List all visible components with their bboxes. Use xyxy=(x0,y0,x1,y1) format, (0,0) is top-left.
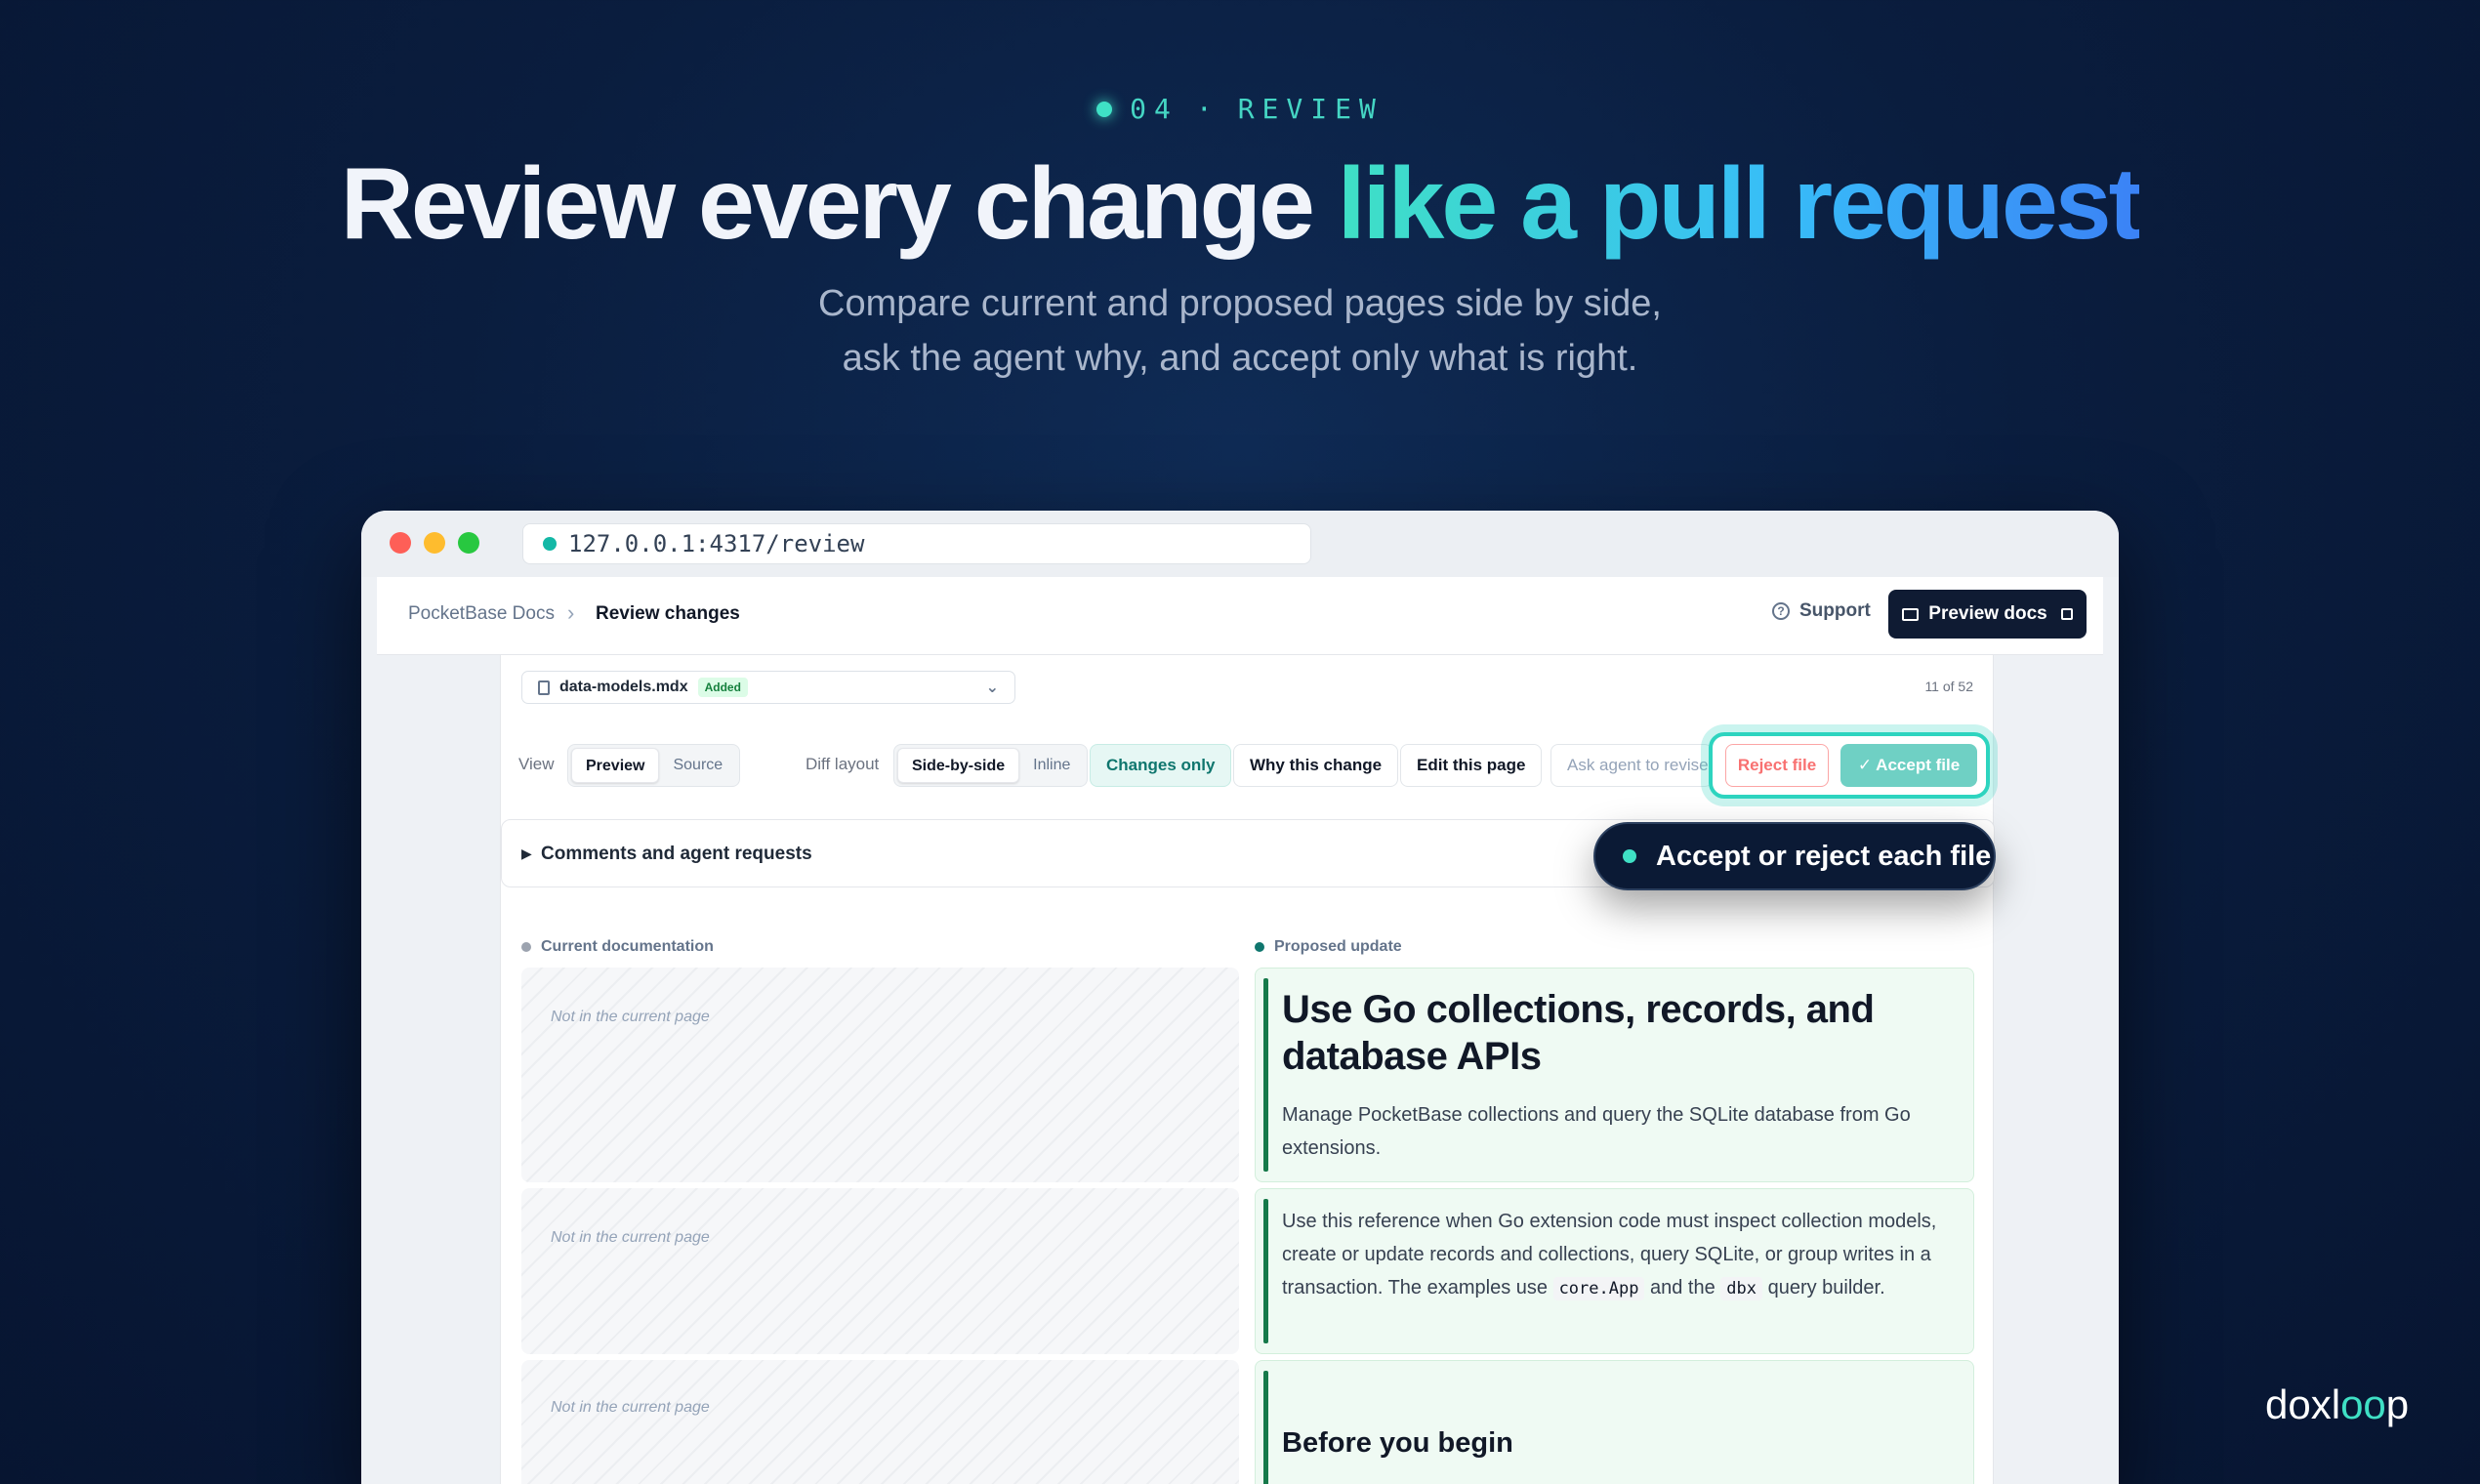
headline-accent: like a pull request xyxy=(1337,147,2143,261)
review-panel: data-models.mdx Added ⌄ 11 of 52 View Pr… xyxy=(500,655,1995,1484)
proposed-dot-icon xyxy=(1255,942,1264,952)
step-label: REVIEW xyxy=(1237,93,1384,125)
file-name: data-models.mdx xyxy=(559,679,688,695)
external-link-icon xyxy=(2060,608,2073,620)
view-label: View xyxy=(518,755,555,773)
preview-docs-label: Preview docs xyxy=(1928,603,2047,624)
reject-file-button[interactable]: Reject file xyxy=(1725,744,1829,787)
file-selector[interactable]: data-models.mdx Added ⌄ xyxy=(521,671,1015,704)
minimize-window-icon[interactable] xyxy=(424,532,445,554)
chevron-down-icon: ⌄ xyxy=(985,680,999,696)
address-bar[interactable]: 127.0.0.1:4317/review xyxy=(522,523,1311,564)
proposed-paragraph-b: and the xyxy=(1644,1277,1721,1298)
callout-text: Accept or reject each file xyxy=(1656,840,1992,872)
proposed-intro: Manage PocketBase collections and query … xyxy=(1282,1104,1911,1159)
file-icon xyxy=(538,680,550,695)
not-in-current-text: Not in the current page xyxy=(551,1399,710,1416)
accept-file-button[interactable]: ✓ Accept file xyxy=(1840,744,1977,787)
proposed-label: Proposed update xyxy=(1274,938,1402,955)
added-bar xyxy=(1263,1199,1268,1343)
diff-side-by-side-option[interactable]: Side-by-side xyxy=(897,748,1020,783)
diff-layout-label: Diff layout xyxy=(806,755,880,773)
hero-headline: Review every change like a pull request xyxy=(0,146,2480,263)
ask-agent-button[interactable]: Ask agent to revise xyxy=(1550,744,1713,787)
callout-tooltip: Accept or reject each file xyxy=(1593,822,1996,890)
proposed-paragraph: Use this reference when Go extension cod… xyxy=(1282,1205,1956,1305)
browser-titlebar: 127.0.0.1:4317/review xyxy=(361,511,2119,577)
proposed-block: Use this reference when Go extension cod… xyxy=(1255,1188,1974,1354)
proposed-header: Proposed update xyxy=(1255,938,1402,956)
hero-subtitle-line2: ask the agent why, and accept only what … xyxy=(842,338,1638,379)
hero-subtitle-line1: Compare current and proposed pages side … xyxy=(818,283,1662,324)
status-badge: Added xyxy=(697,678,748,697)
breadcrumb-current: Review changes xyxy=(596,603,740,624)
not-in-current-text: Not in the current page xyxy=(551,1229,710,1246)
changes-only-toggle[interactable]: Changes only xyxy=(1090,744,1232,787)
edit-page-button[interactable]: Edit this page xyxy=(1400,744,1543,787)
current-placeholder: Not in the current page xyxy=(521,1188,1239,1354)
breadcrumb-root[interactable]: PocketBase Docs xyxy=(408,603,555,625)
browser-window: 127.0.0.1:4317/review PocketBase Docs › … xyxy=(361,511,2119,1484)
code-core-app: core.App xyxy=(1552,1277,1645,1300)
step-separator: · xyxy=(1195,93,1220,125)
current-placeholder: Not in the current page xyxy=(521,1360,1239,1484)
step-number: 04 xyxy=(1130,93,1178,125)
code-dbx: dbx xyxy=(1720,1277,1763,1300)
support-link[interactable]: ? Support xyxy=(1772,600,1871,622)
proposed-block: Use Go collections, records, and databas… xyxy=(1255,968,1974,1182)
chevron-right-icon: › xyxy=(567,600,575,625)
section-heading: Before you begin xyxy=(1282,1427,1513,1459)
preview-docs-button[interactable]: Preview docs xyxy=(1888,590,2087,639)
expand-triangle-icon: ▶ xyxy=(521,845,532,861)
proposed-block: Before you begin xyxy=(1255,1360,1974,1484)
brand-name-c: p xyxy=(2385,1381,2410,1427)
diff-layout-toggle: Side-by-side Inline xyxy=(893,744,1089,787)
brand-logo: doxloop xyxy=(2265,1381,2409,1428)
view-source-option[interactable]: Source xyxy=(659,748,736,783)
support-label: Support xyxy=(1799,600,1871,621)
headline-plain: Review every change xyxy=(340,147,1338,261)
address-bar-url: 127.0.0.1:4317/review xyxy=(568,530,865,557)
file-counter: 11 of 52 xyxy=(1924,679,1973,694)
diff-inline-option[interactable]: Inline xyxy=(1019,748,1084,783)
brand-name-b: oo xyxy=(2340,1381,2386,1427)
current-doc-header: Current documentation xyxy=(521,938,714,956)
added-bar xyxy=(1263,978,1268,1172)
comments-label: Comments and agent requests xyxy=(541,844,812,864)
maximize-window-icon[interactable] xyxy=(458,532,479,554)
view-toggle: Preview Source xyxy=(567,744,741,787)
current-placeholder: Not in the current page xyxy=(521,968,1239,1182)
not-in-current-text: Not in the current page xyxy=(551,1009,710,1025)
view-preview-option[interactable]: Preview xyxy=(571,748,660,783)
proposed-paragraph-c: query builder. xyxy=(1762,1277,1885,1298)
brand-name-a: doxl xyxy=(2265,1381,2341,1427)
close-window-icon[interactable] xyxy=(390,532,411,554)
why-this-change-button[interactable]: Why this change xyxy=(1233,744,1399,787)
current-doc-label: Current documentation xyxy=(541,938,714,955)
added-bar xyxy=(1263,1371,1268,1484)
step-indicator: 04 · REVIEW xyxy=(0,93,2480,125)
secure-dot-icon xyxy=(543,537,557,551)
app-header: PocketBase Docs › Review changes ? Suppo… xyxy=(377,577,2103,655)
help-circle-icon: ? xyxy=(1772,602,1790,620)
status-dot-icon xyxy=(1096,101,1113,117)
review-toolbar: View Preview Source Diff layout Side-by-… xyxy=(501,732,1995,799)
proposed-title: Use Go collections, records, and databas… xyxy=(1282,988,1875,1078)
current-dot-icon xyxy=(521,942,531,952)
callout-dot-icon xyxy=(1623,849,1636,863)
monitor-icon xyxy=(1902,607,1920,621)
